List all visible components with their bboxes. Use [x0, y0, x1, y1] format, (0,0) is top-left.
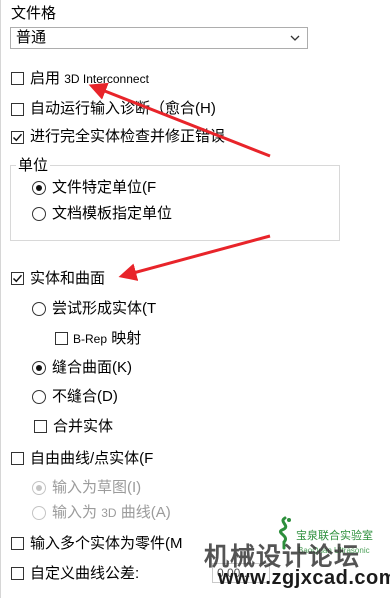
as-3d-curve-middle: 3D	[101, 506, 117, 520]
as-3d-curve-prefix: 输入为	[52, 504, 98, 521]
as-sketch-radio[interactable]	[32, 481, 46, 495]
enable-3d-interconnect-suffix: 3D Interconnect	[64, 72, 149, 86]
units-template-label: 文档模板指定单位	[52, 205, 173, 222]
free-curves-checkbox[interactable]	[11, 452, 24, 465]
panel-left-border	[0, 0, 1, 598]
checkmark-icon	[12, 274, 23, 283]
enable-3d-interconnect-prefix: 启用	[30, 70, 61, 87]
free-curves-label: 自由曲线/点实体(F	[30, 450, 154, 467]
watermark-url: www.zgjxcad.com	[218, 567, 390, 589]
brep-mapping-prefix: B-Rep	[73, 332, 108, 346]
file-format-value: 普通	[16, 29, 47, 46]
units-file-specific-label: 文件特定单位(F	[52, 179, 157, 196]
radio-dot	[36, 185, 42, 191]
auto-diagnose-checkbox[interactable]	[11, 103, 24, 116]
checkmark-icon	[12, 133, 23, 142]
as-3d-curve-label: 输入为 3D 曲线(A)	[52, 504, 171, 522]
solids-surfaces-checkbox[interactable]	[11, 272, 24, 285]
enable-3d-interconnect-label: 启用 3D Interconnect	[30, 70, 149, 88]
multiple-bodies-label: 输入多个实体为零件(M	[30, 535, 183, 552]
as-3d-curve-radio[interactable]	[32, 506, 46, 520]
solids-surfaces-label: 实体和曲面	[30, 270, 106, 287]
merge-solids-checkbox[interactable]	[34, 420, 47, 433]
brep-mapping-label: B-Rep 映射	[73, 330, 141, 348]
try-form-solid-radio[interactable]	[32, 302, 46, 316]
file-format-dropdown[interactable]: 普通	[10, 27, 308, 49]
no-knit-label: 不缝合(D)	[52, 388, 118, 405]
full-check-checkbox[interactable]	[11, 131, 24, 144]
units-file-specific-radio[interactable]	[32, 181, 46, 195]
merge-solids-label: 合并实体	[53, 418, 114, 435]
full-check-label: 进行完全实体检查并修正错误	[30, 128, 226, 145]
custom-tolerance-checkbox[interactable]	[11, 567, 24, 580]
radio-dot	[36, 365, 42, 371]
knit-surfaces-label: 缝合曲面(K)	[52, 359, 132, 376]
radio-dot	[36, 485, 42, 491]
units-template-radio[interactable]	[32, 207, 46, 221]
brep-mapping-suffix: 映射	[111, 330, 142, 347]
chevron-down-icon	[290, 35, 300, 41]
enable-3d-interconnect-checkbox[interactable]	[11, 72, 24, 85]
auto-diagnose-label: 自动运行输入诊断（愈合(H)	[30, 100, 216, 117]
multiple-bodies-checkbox[interactable]	[11, 537, 24, 550]
try-form-solid-label: 尝试形成实体(T	[52, 300, 157, 317]
as-sketch-label: 输入为草图(I)	[52, 479, 142, 496]
brep-mapping-checkbox[interactable]	[55, 332, 68, 345]
knit-surfaces-radio[interactable]	[32, 361, 46, 375]
no-knit-radio[interactable]	[32, 390, 46, 404]
custom-tolerance-label: 自定义曲线公差:	[30, 565, 140, 582]
as-3d-curve-suffix: 曲线(A)	[120, 504, 171, 521]
file-format-label: 文件格	[11, 5, 57, 22]
units-title: 单位	[16, 157, 51, 175]
annotation-arrow-2	[118, 234, 271, 281]
units-groupbox	[10, 165, 340, 241]
